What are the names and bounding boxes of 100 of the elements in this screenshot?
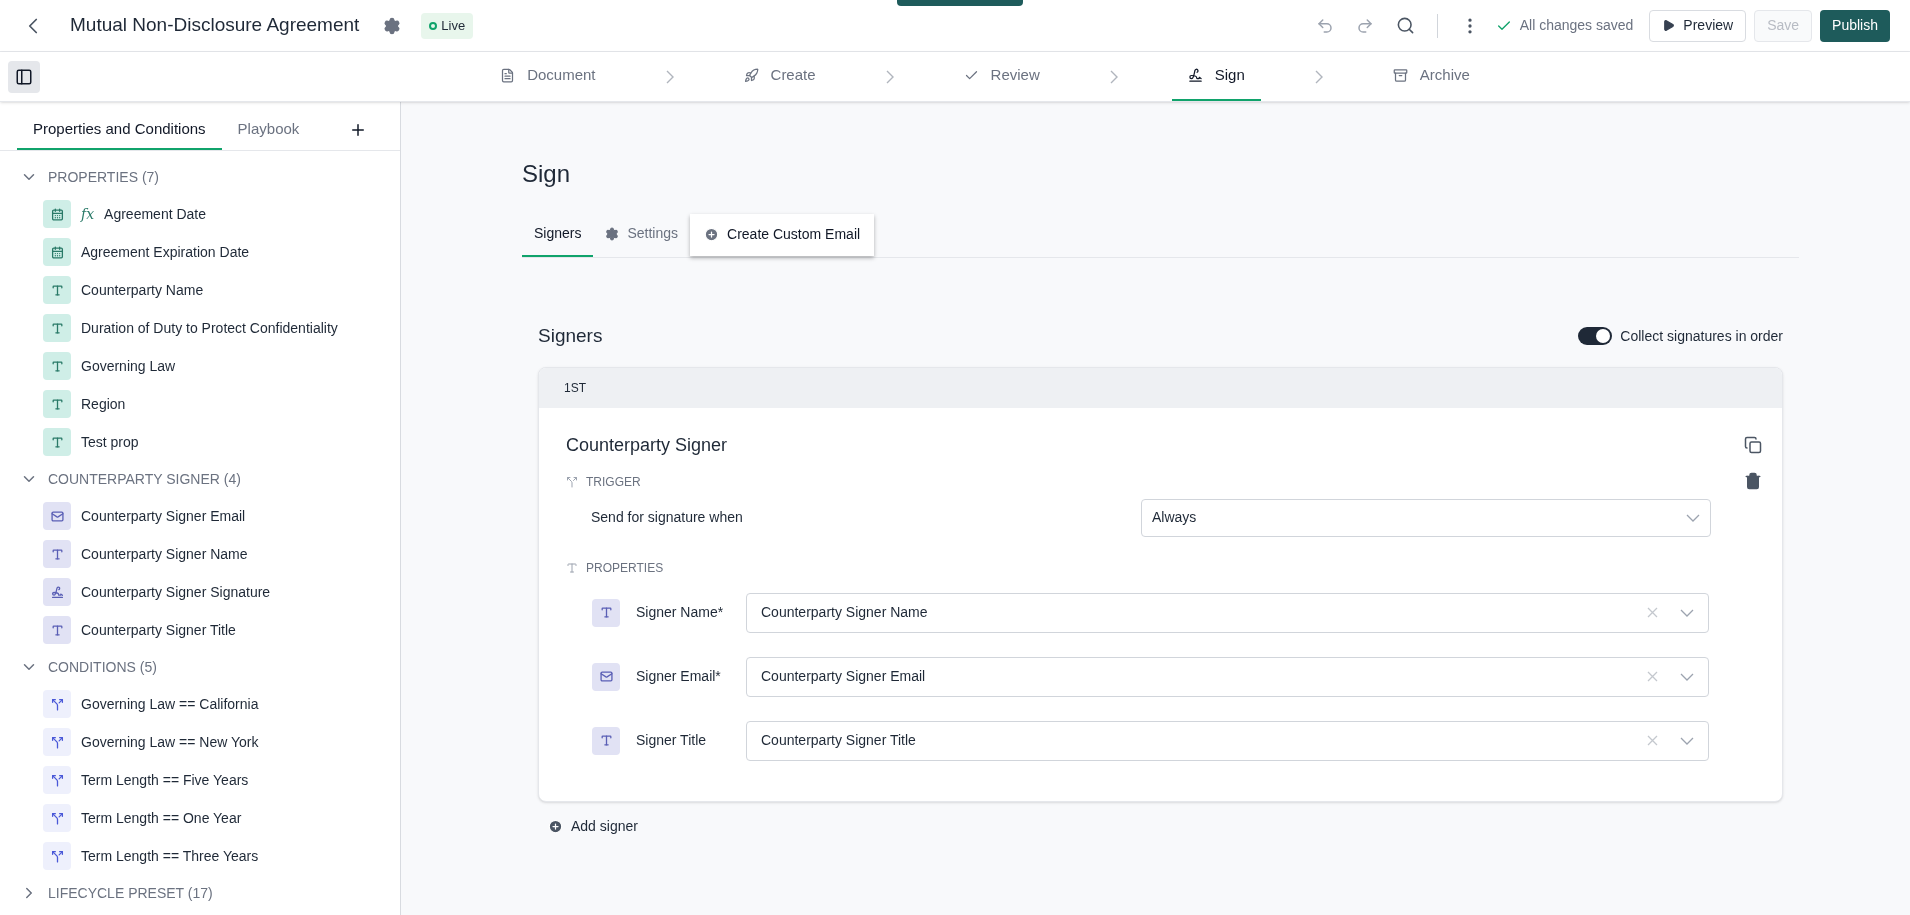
item-label: Agreement Date <box>104 204 207 224</box>
toggle-label: Collect signatures in order <box>1620 326 1783 346</box>
text-type-icon <box>43 314 71 342</box>
settings-icon[interactable] <box>383 16 402 35</box>
item-label: Governing Law <box>81 356 176 376</box>
item-label: Term Length == Three Years <box>81 846 259 866</box>
chevron-down-icon <box>1680 608 1694 617</box>
order-label: 1ST <box>564 379 586 397</box>
save-status: All changes saved <box>1519 16 1634 35</box>
publish-button[interactable]: Publish <box>1820 9 1890 42</box>
preview-button[interactable]: Preview <box>1649 9 1747 42</box>
chevron-down-icon <box>1680 736 1694 745</box>
field-label: Signer Email* <box>636 667 722 686</box>
signature-icon <box>43 578 71 606</box>
text-type-icon <box>43 540 71 568</box>
signature-icon <box>1187 68 1203 83</box>
text-type-icon <box>592 598 620 627</box>
sidebar-item[interactable]: Term Length == One Year <box>0 799 400 837</box>
property-select[interactable]: Counterparty Signer Email <box>746 656 1709 697</box>
search-icon[interactable] <box>1395 16 1415 35</box>
trash-icon[interactable] <box>1744 471 1762 490</box>
add-signer-button[interactable]: Add signer <box>548 815 638 837</box>
signers-heading: Signers <box>538 324 603 348</box>
property-select[interactable]: Counterparty Signer Name <box>746 592 1709 633</box>
sidebar-item[interactable]: Governing Law <box>0 347 400 385</box>
item-label: Test prop <box>81 432 139 452</box>
section-heading: LIFECYCLE PRESET (17) <box>48 883 213 903</box>
sidebar-item[interactable]: Counterparty Signer Email <box>0 497 400 535</box>
item-label: Governing Law == New York <box>81 732 259 752</box>
redo-icon[interactable] <box>1355 16 1374 35</box>
section-tab[interactable]: Signers <box>522 212 594 257</box>
sidebar-tab[interactable]: Properties and Conditions <box>17 110 222 150</box>
sidebar-item[interactable]: Term Length == Five Years <box>0 761 400 799</box>
sidebar-item[interactable]: Test prop <box>0 423 400 461</box>
status-badge: Live <box>421 12 474 39</box>
section-heading: PROPERTIES (7) <box>48 167 159 187</box>
sidebar-item[interactable]: Counterparty Signer Title <box>0 611 400 649</box>
chevron-down-icon <box>1680 672 1694 681</box>
branch-icon <box>43 690 71 718</box>
item-label: Term Length == Five Years <box>81 770 249 790</box>
text-type-icon <box>43 616 71 644</box>
step-tab[interactable]: Archive <box>1376 52 1486 101</box>
calendar-icon <box>43 238 71 266</box>
item-label: Term Length == One Year <box>81 808 242 828</box>
play-icon <box>1662 19 1676 32</box>
branch-icon <box>43 842 71 870</box>
sidebar-item[interactable]: Region <box>0 385 400 423</box>
item-label: Counterparty Signer Title <box>81 620 236 640</box>
item-label: Counterparty Signer Email <box>81 506 246 526</box>
calendar-icon <box>43 200 71 228</box>
section-heading: COUNTERPARTY SIGNER (4) <box>48 469 241 489</box>
text-type-icon <box>566 561 578 574</box>
chevron-icon <box>1109 69 1118 84</box>
item-label: Region <box>81 394 126 414</box>
sidebar-item[interactable]: Counterparty Signer Signature <box>0 573 400 611</box>
sidebar-item[interactable]: Counterparty Name <box>0 271 400 309</box>
undo-icon[interactable] <box>1315 16 1334 35</box>
text-type-icon <box>592 726 620 755</box>
step-tab[interactable]: Review <box>947 52 1056 101</box>
field-label: Signer Title <box>636 731 708 750</box>
branch-icon <box>43 804 71 832</box>
step-tab[interactable]: Create <box>727 52 832 101</box>
text-type-icon <box>43 428 71 456</box>
trigger-label: Send for signature when <box>591 508 743 527</box>
step-tab[interactable]: Document <box>484 52 612 101</box>
item-label: Counterparty Name <box>81 280 204 300</box>
copy-icon[interactable] <box>1744 435 1762 454</box>
sidebar-tab[interactable]: Playbook <box>221 110 316 150</box>
item-label: Agreement Expiration Date <box>81 242 250 262</box>
property-select[interactable]: Counterparty Signer Title <box>746 720 1709 761</box>
branch-icon <box>566 475 578 488</box>
item-label: Duration of Duty to Protect Confidentiality <box>81 318 338 338</box>
sidebar-item[interactable]: Governing Law == New York <box>0 723 400 761</box>
order-toggle[interactable] <box>1578 327 1613 346</box>
plus-circle-icon <box>704 227 720 242</box>
sidebar-item[interactable]: Counterparty Signer Name <box>0 535 400 573</box>
sidebar-item[interactable]: Term Length == Three Years <box>0 837 400 875</box>
add-icon[interactable] <box>349 121 367 139</box>
document-icon <box>500 68 516 83</box>
trigger-select[interactable]: Always <box>1141 498 1711 537</box>
item-label: Governing Law == California <box>81 694 259 714</box>
panel-icon <box>15 67 33 86</box>
text-type-icon <box>43 352 71 380</box>
sidebar-item[interactable]: Agreement Expiration Date <box>0 233 400 271</box>
envelope-icon <box>592 662 620 691</box>
page-title: Sign <box>522 159 572 189</box>
section-tab[interactable]: Settings <box>593 212 691 257</box>
section-tab[interactable]: Create Custom Email <box>690 213 875 256</box>
branch-icon <box>43 766 71 794</box>
properties-heading: PROPERTIES <box>586 559 664 577</box>
signer-name: Counterparty Signer <box>566 433 728 457</box>
branch-icon <box>43 728 71 756</box>
sidebar-toggle[interactable] <box>8 60 40 93</box>
sidebar-item[interactable]: fx Agreement Date <box>0 195 400 233</box>
sidebar-item[interactable]: Governing Law == California <box>0 685 400 723</box>
chevron-icon <box>885 69 894 84</box>
text-type-icon <box>43 390 71 418</box>
item-label: Counterparty Signer Name <box>81 544 248 564</box>
chevron-down-icon <box>1686 513 1700 522</box>
sidebar-item[interactable]: Duration of Duty to Protect Confidentiality <box>0 309 400 347</box>
